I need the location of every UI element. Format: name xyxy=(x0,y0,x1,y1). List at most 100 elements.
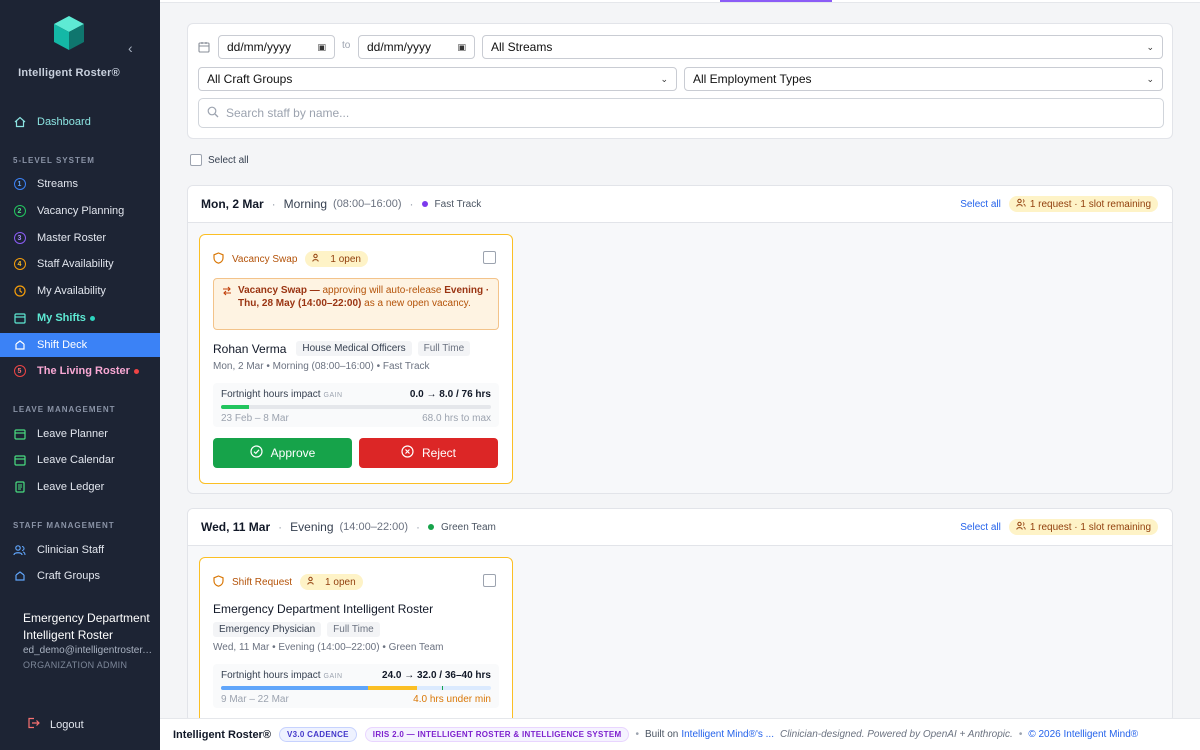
footer-brand: Intelligent Roster® xyxy=(173,728,271,741)
sidebar-item-label: Leave Calendar xyxy=(37,454,115,466)
status-badge: 1 request · 1 slot remaining xyxy=(1008,196,1158,212)
sidebar-item-leave-ledger[interactable]: Leave Ledger xyxy=(0,475,160,499)
shift-date: Mon, 2 Mar xyxy=(201,197,264,211)
calendar-picker-icon[interactable]: ▣ xyxy=(317,42,326,53)
sidebar-item-my-availability[interactable]: My Availability xyxy=(0,279,160,303)
request-card: Shift Request 1 open Emergency Departmen… xyxy=(199,557,513,722)
period-range: 9 Mar – 22 Mar xyxy=(221,694,289,705)
sidebar-item-streams[interactable]: 1 Streams xyxy=(0,172,160,196)
open-count-badge: 1 open xyxy=(305,251,368,267)
footer: Intelligent Roster® V3.0 CADENCE IRIS 2.… xyxy=(160,718,1200,750)
sidebar-item-living-roster[interactable]: 5 The Living Roster xyxy=(0,359,160,383)
reject-button[interactable]: Reject xyxy=(359,438,498,468)
sidebar-item-label: Shift Deck xyxy=(37,339,88,351)
team-label: Fast Track xyxy=(421,199,481,210)
streams-select[interactable]: All Streams ⌄ xyxy=(482,35,1163,59)
checkbox[interactable] xyxy=(190,154,202,166)
shield-icon xyxy=(213,251,224,267)
x-circle-icon xyxy=(401,445,414,461)
sidebar-item-shift-deck[interactable]: Shift Deck xyxy=(0,333,160,357)
clock-icon xyxy=(13,285,26,298)
active-tab-indicator xyxy=(720,0,832,2)
layers-icon xyxy=(13,570,26,583)
sidebar-item-dashboard[interactable]: Dashboard xyxy=(0,110,160,134)
shift-group-header: Wed, 11 Mar · Evening (14:00–22:00) · Gr… xyxy=(188,509,1172,546)
user-role: ORGANIZATION ADMIN xyxy=(23,660,128,670)
logo xyxy=(0,14,138,52)
users-icon xyxy=(1016,198,1026,210)
section-label-levels: 5-LEVEL SYSTEM xyxy=(13,156,95,165)
user-email: ed_demo@intelligentroster.com xyxy=(23,645,153,656)
sidebar-item-staff-availability[interactable]: 4 Staff Availability xyxy=(0,252,160,276)
group-select-all-link[interactable]: Select all xyxy=(960,522,1001,533)
sidebar-item-vacancy-planning[interactable]: 2 Vacancy Planning xyxy=(0,199,160,223)
system-badge: IRIS 2.0 — INTELLIGENT ROSTER & INTELLIG… xyxy=(364,727,630,742)
date-range-to-label: to xyxy=(342,40,351,51)
logout-button[interactable]: Logout xyxy=(27,717,84,732)
shield-icon xyxy=(213,574,224,590)
step-3-icon: 3 xyxy=(13,232,26,244)
collapse-sidebar-icon[interactable]: ‹ xyxy=(128,40,133,56)
approve-button[interactable]: Approve xyxy=(213,438,352,468)
date-to-input[interactable]: dd/mm/yyyy ▣ xyxy=(358,35,475,59)
users-icon xyxy=(13,544,26,557)
user-name: Emergency Department Intelligent Roster xyxy=(23,611,150,642)
craft-groups-select[interactable]: All Craft Groups ⌄ xyxy=(198,67,677,91)
date-from-input[interactable]: dd/mm/yyyy ▣ xyxy=(218,35,335,59)
shift-group: Wed, 11 Mar · Evening (14:00–22:00) · Gr… xyxy=(187,508,1173,723)
request-type: Shift Request xyxy=(232,576,293,588)
search-icon xyxy=(207,106,219,121)
staff-name: Rohan Verma xyxy=(213,341,287,356)
shift-name: Morning xyxy=(283,197,328,211)
select-all-checkbox[interactable]: Select all xyxy=(190,154,249,166)
sidebar-item-label: Vacancy Planning xyxy=(37,205,125,217)
filter-panel: dd/mm/yyyy ▣ to dd/mm/yyyy ▣ All Streams… xyxy=(187,23,1173,139)
period-range: 23 Feb – 8 Mar xyxy=(221,413,289,424)
request-type: Vacancy Swap xyxy=(232,253,298,265)
step-4-icon: 4 xyxy=(13,258,26,270)
sidebar-item-label: Clinician Staff xyxy=(37,544,105,556)
search-input[interactable]: Search staff by name... xyxy=(198,98,1164,128)
shift-time: (14:00–22:00) xyxy=(339,521,409,533)
calendar-picker-icon[interactable]: ▣ xyxy=(457,42,466,53)
status-badge: 1 request · 1 slot remaining xyxy=(1008,519,1158,535)
sidebar-item-master-roster[interactable]: 3 Master Roster xyxy=(0,226,160,250)
employment-types-select[interactable]: All Employment Types ⌄ xyxy=(684,67,1163,91)
shift-time: (08:00–16:00) xyxy=(333,198,402,210)
sidebar-item-my-shifts[interactable]: My Shifts xyxy=(0,306,160,330)
sidebar-item-craft-groups[interactable]: Craft Groups xyxy=(0,564,160,588)
card-select-checkbox[interactable] xyxy=(483,251,496,264)
users-icon xyxy=(307,576,317,588)
sidebar-item-leave-calendar[interactable]: Leave Calendar xyxy=(0,448,160,472)
sidebar-item-label: Leave Planner xyxy=(37,428,108,440)
user-profile[interactable]: Emergency Department Intelligent Roster … xyxy=(23,610,153,670)
card-select-checkbox[interactable] xyxy=(483,574,496,587)
logout-icon xyxy=(27,717,40,732)
status-dot xyxy=(133,368,139,374)
calendar-icon xyxy=(13,428,26,441)
request-card: Vacancy Swap 1 open Vacancy Swap — appro… xyxy=(199,234,513,484)
chevron-down-icon: ⌄ xyxy=(660,73,668,84)
section-label-leave: LEAVE MANAGEMENT xyxy=(13,405,116,414)
section-label-staff: STAFF MANAGEMENT xyxy=(13,521,115,530)
hours-progress-bar xyxy=(221,686,491,690)
chevron-down-icon: ⌄ xyxy=(1146,41,1154,52)
sidebar-item-label: Master Roster xyxy=(37,232,107,244)
sidebar-item-label: Dashboard xyxy=(37,116,91,128)
shift-group: Mon, 2 Mar · Morning (08:00–16:00) · Fas… xyxy=(187,185,1173,494)
sidebar-item-label: Staff Availability xyxy=(37,258,114,270)
copyright-link[interactable]: © 2026 Intelligent Mind® xyxy=(1028,729,1138,740)
sidebar-item-leave-planner[interactable]: Leave Planner xyxy=(0,422,160,446)
step-1-icon: 1 xyxy=(13,178,26,190)
staff-info: Emergency Department Intelligent Roster xyxy=(213,602,433,616)
sidebar-item-clinician-staff[interactable]: Clinician Staff xyxy=(0,538,160,562)
hours-value: 0.0 → 8.0 / 76 hrs xyxy=(409,389,491,400)
group-select-all-link[interactable]: Select all xyxy=(960,199,1001,210)
calendar-icon xyxy=(13,454,26,467)
staff-info: Rohan Verma House Medical Officers Full … xyxy=(213,341,471,356)
check-circle-icon xyxy=(250,445,263,461)
home-icon xyxy=(13,116,26,129)
step-2-icon: 2 xyxy=(13,205,26,217)
built-on-link[interactable]: Intelligent Mind®'s ... xyxy=(681,729,774,740)
calendar-icon xyxy=(198,41,210,56)
